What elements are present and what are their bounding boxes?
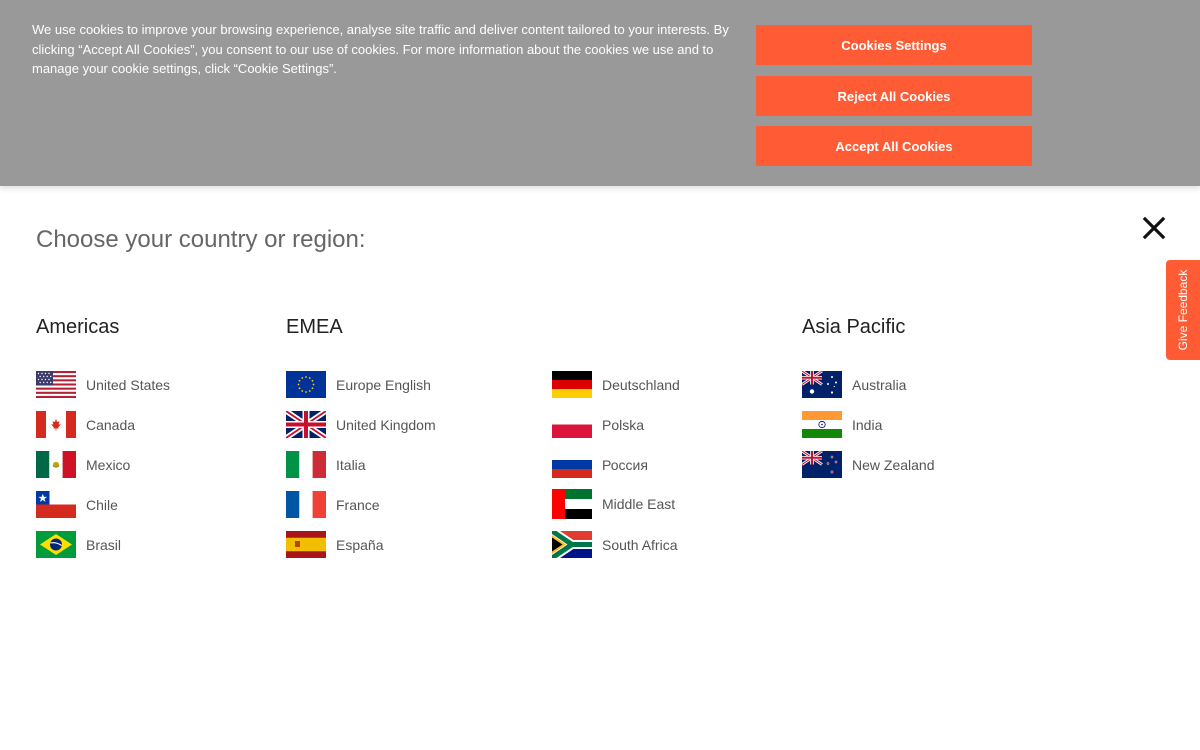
- flag-brazil-icon: [36, 531, 76, 558]
- flag-poland-icon: [552, 411, 592, 438]
- flag-us-icon: [36, 371, 76, 398]
- country-link-italia[interactable]: Italia: [286, 451, 366, 478]
- country-link-middle-east[interactable]: Middle East: [552, 489, 675, 519]
- flag-italy-icon: [286, 451, 326, 478]
- country-name: Mexico: [86, 456, 131, 473]
- flag-mexico-icon: [36, 451, 76, 478]
- country-name: España: [336, 536, 384, 553]
- country-link-brasil[interactable]: Brasil: [36, 531, 121, 558]
- flag-india-icon: [802, 411, 842, 438]
- country-link-espana[interactable]: España: [286, 531, 383, 558]
- country-link-chile[interactable]: Chile: [36, 491, 118, 518]
- country-name: India: [852, 416, 883, 433]
- flag-uae-icon: [552, 489, 592, 519]
- country-link-new-zealand[interactable]: New Zealand: [802, 451, 935, 478]
- flag-new-zealand-icon: [802, 451, 842, 478]
- close-icon: [1142, 216, 1166, 240]
- country-name: Europe English: [336, 376, 431, 393]
- country-link-australia[interactable]: Australia: [802, 371, 906, 398]
- country-name: United States: [86, 376, 171, 393]
- country-name: United Kingdom: [336, 416, 436, 433]
- flag-canada-icon: [36, 411, 76, 438]
- country-name: South Africa: [602, 536, 678, 553]
- cookies-settings-button[interactable]: Cookies Settings: [756, 25, 1032, 65]
- flag-uk-icon: [286, 411, 326, 438]
- country-name: Canada: [86, 416, 136, 433]
- country-name: Brasil: [86, 536, 122, 553]
- country-link-south-africa[interactable]: South Africa: [552, 531, 678, 558]
- flag-germany-icon: [552, 371, 592, 398]
- reject-all-cookies-button[interactable]: Reject All Cookies: [756, 76, 1032, 116]
- country-name: New Zealand: [852, 456, 935, 473]
- country-link-mexico[interactable]: Mexico: [36, 451, 130, 478]
- country-link-europe-english[interactable]: Europe English: [286, 371, 431, 398]
- give-feedback-label: Give Feedback: [1176, 269, 1190, 351]
- country-link-united-states[interactable]: United States: [36, 371, 170, 398]
- country-name: France: [336, 496, 380, 513]
- region-heading-emea: EMEA: [286, 316, 343, 338]
- flag-south-africa-icon: [552, 531, 592, 558]
- country-name: Deutschland: [602, 376, 680, 393]
- flag-russia-icon: [552, 451, 592, 478]
- flag-chile-icon: [36, 491, 76, 518]
- country-link-canada[interactable]: Canada: [36, 411, 135, 438]
- country-name: Middle East: [602, 496, 676, 512]
- flag-france-icon: [286, 491, 326, 518]
- country-link-france[interactable]: France: [286, 491, 380, 518]
- country-name: Polska: [602, 416, 645, 433]
- country-name: Россия: [602, 456, 648, 473]
- country-link-russia[interactable]: Россия: [552, 451, 648, 478]
- cookie-consent-text: We use cookies to improve your browsing …: [32, 22, 729, 76]
- region-heading-asia-pacific: Asia Pacific: [802, 316, 906, 338]
- cookie-banner: We use cookies to improve your browsing …: [0, 0, 1200, 186]
- country-name: Australia: [852, 376, 907, 393]
- flag-eu-icon: [286, 371, 326, 398]
- country-link-deutschland[interactable]: Deutschland: [552, 371, 680, 398]
- country-link-united-kingdom[interactable]: United Kingdom: [286, 411, 436, 438]
- close-button[interactable]: [1141, 215, 1167, 241]
- give-feedback-tab[interactable]: Give Feedback: [1166, 260, 1200, 360]
- flag-spain-icon: [286, 531, 326, 558]
- country-link-india[interactable]: India: [802, 411, 882, 438]
- country-name: Chile: [86, 496, 118, 513]
- country-name: Italia: [336, 456, 366, 473]
- region-heading-americas: Americas: [36, 316, 120, 338]
- country-link-polska[interactable]: Polska: [552, 411, 644, 438]
- flag-australia-icon: [802, 371, 842, 398]
- accept-all-cookies-button[interactable]: Accept All Cookies: [756, 126, 1032, 166]
- page-title: Choose your country or region:: [36, 226, 366, 253]
